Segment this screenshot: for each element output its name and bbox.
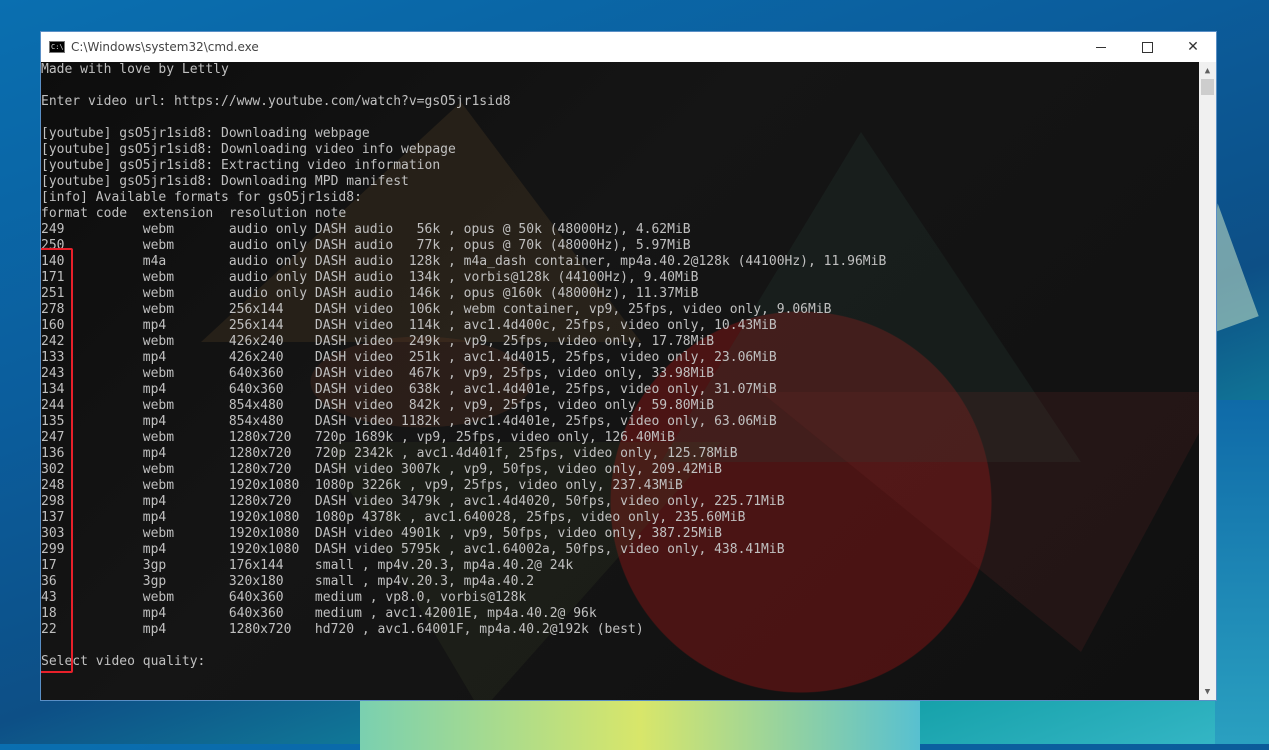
window-title: C:\Windows\system32\cmd.exe <box>71 40 259 54</box>
console-text: Made with love by Lettly Enter video url:… <box>41 62 886 670</box>
maximize-icon <box>1141 41 1153 53</box>
cmd-app-icon[interactable]: C:\ <box>49 41 65 53</box>
console-line: 140 m4a audio only DASH audio 128k , m4a… <box>41 254 887 269</box>
close-icon: ✕ <box>1187 39 1199 55</box>
console-line: 243 webm 640x360 DASH video 467k , vp9, … <box>41 366 715 381</box>
console-line: 278 webm 256x144 DASH video 106k , webm … <box>41 302 832 317</box>
console-line: 136 mp4 1280x720 720p 2342k , avc1.4d401… <box>41 446 738 461</box>
console-line: 302 webm 1280x720 DASH video 3007k , vp9… <box>41 462 722 477</box>
close-button[interactable]: ✕ <box>1170 32 1216 62</box>
desktop-wallpaper-shape <box>1215 400 1269 744</box>
console-line: 135 mp4 854x480 DASH video 1182k , avc1.… <box>41 414 777 429</box>
console-line: Enter video url: https://www.youtube.com… <box>41 94 511 109</box>
scroll-down-arrow-icon[interactable]: ▼ <box>1199 683 1216 700</box>
window-controls: ✕ <box>1078 32 1216 62</box>
console-line: [info] Available formats for gsO5jr1sid8… <box>41 190 362 205</box>
console-line: 248 webm 1920x1080 1080p 3226k , vp9, 25… <box>41 478 683 493</box>
console-line: 171 webm audio only DASH audio 134k , vo… <box>41 270 699 285</box>
minimize-button[interactable] <box>1078 32 1124 62</box>
scrollbar-thumb[interactable] <box>1201 79 1214 95</box>
console-line: 17 3gp 176x144 small , mp4v.20.3, mp4a.4… <box>41 558 574 573</box>
console-line: 303 webm 1920x1080 DASH video 4901k , vp… <box>41 526 722 541</box>
console-line: format code extension resolution note <box>41 206 347 221</box>
console-line: [youtube] gsO5jr1sid8: Downloading MPD m… <box>41 174 409 189</box>
console-line: 250 webm audio only DASH audio 77k , opu… <box>41 238 691 253</box>
console-line: 22 mp4 1280x720 hd720 , avc1.64001F, mp4… <box>41 622 644 637</box>
format-code-highlight-box <box>41 248 73 673</box>
console-line: 133 mp4 426x240 DASH video 251k , avc1.4… <box>41 350 777 365</box>
console-line: [youtube] gsO5jr1sid8: Extracting video … <box>41 158 441 173</box>
console-line: 134 mp4 640x360 DASH video 638k , avc1.4… <box>41 382 777 397</box>
console-line: 43 webm 640x360 medium , vp8.0, vorbis@1… <box>41 590 527 605</box>
console-line: 137 mp4 1920x1080 1080p 4378k , avc1.640… <box>41 510 746 525</box>
console-line: 242 webm 426x240 DASH video 249k , vp9, … <box>41 334 715 349</box>
console-line: 18 mp4 640x360 medium , avc1.42001E, mp4… <box>41 606 597 621</box>
console-line: 244 webm 854x480 DASH video 842k , vp9, … <box>41 398 715 413</box>
console-line: 247 webm 1280x720 720p 1689k , vp9, 25fp… <box>41 430 675 445</box>
console-line: 251 webm audio only DASH audio 146k , op… <box>41 286 699 301</box>
console-line: 160 mp4 256x144 DASH video 114k , avc1.4… <box>41 318 777 333</box>
cmd-window[interactable]: C:\ C:\Windows\system32\cmd.exe ✕ Made w… <box>40 31 1217 701</box>
minimize-icon <box>1096 46 1106 48</box>
console-line: 298 mp4 1280x720 DASH video 3479k , avc1… <box>41 494 785 509</box>
console-line: Select video quality: <box>41 654 206 669</box>
vertical-scrollbar[interactable]: ▲ ▼ <box>1199 62 1216 700</box>
maximize-button[interactable] <box>1124 32 1170 62</box>
console-line: [youtube] gsO5jr1sid8: Downloading webpa… <box>41 126 370 141</box>
console-output-area[interactable]: Made with love by Lettly Enter video url:… <box>41 62 1201 700</box>
scroll-up-arrow-icon[interactable]: ▲ <box>1199 62 1216 79</box>
console-line: 36 3gp 320x180 small , mp4v.20.3, mp4a.4… <box>41 574 535 589</box>
title-bar[interactable]: C:\ C:\Windows\system32\cmd.exe ✕ <box>41 32 1216 62</box>
console-line: [youtube] gsO5jr1sid8: Downloading video… <box>41 142 456 157</box>
console-line: Made with love by Lettly <box>41 62 229 77</box>
console-line: 299 mp4 1920x1080 DASH video 5795k , avc… <box>41 542 785 557</box>
console-line: 249 webm audio only DASH audio 56k , opu… <box>41 222 691 237</box>
